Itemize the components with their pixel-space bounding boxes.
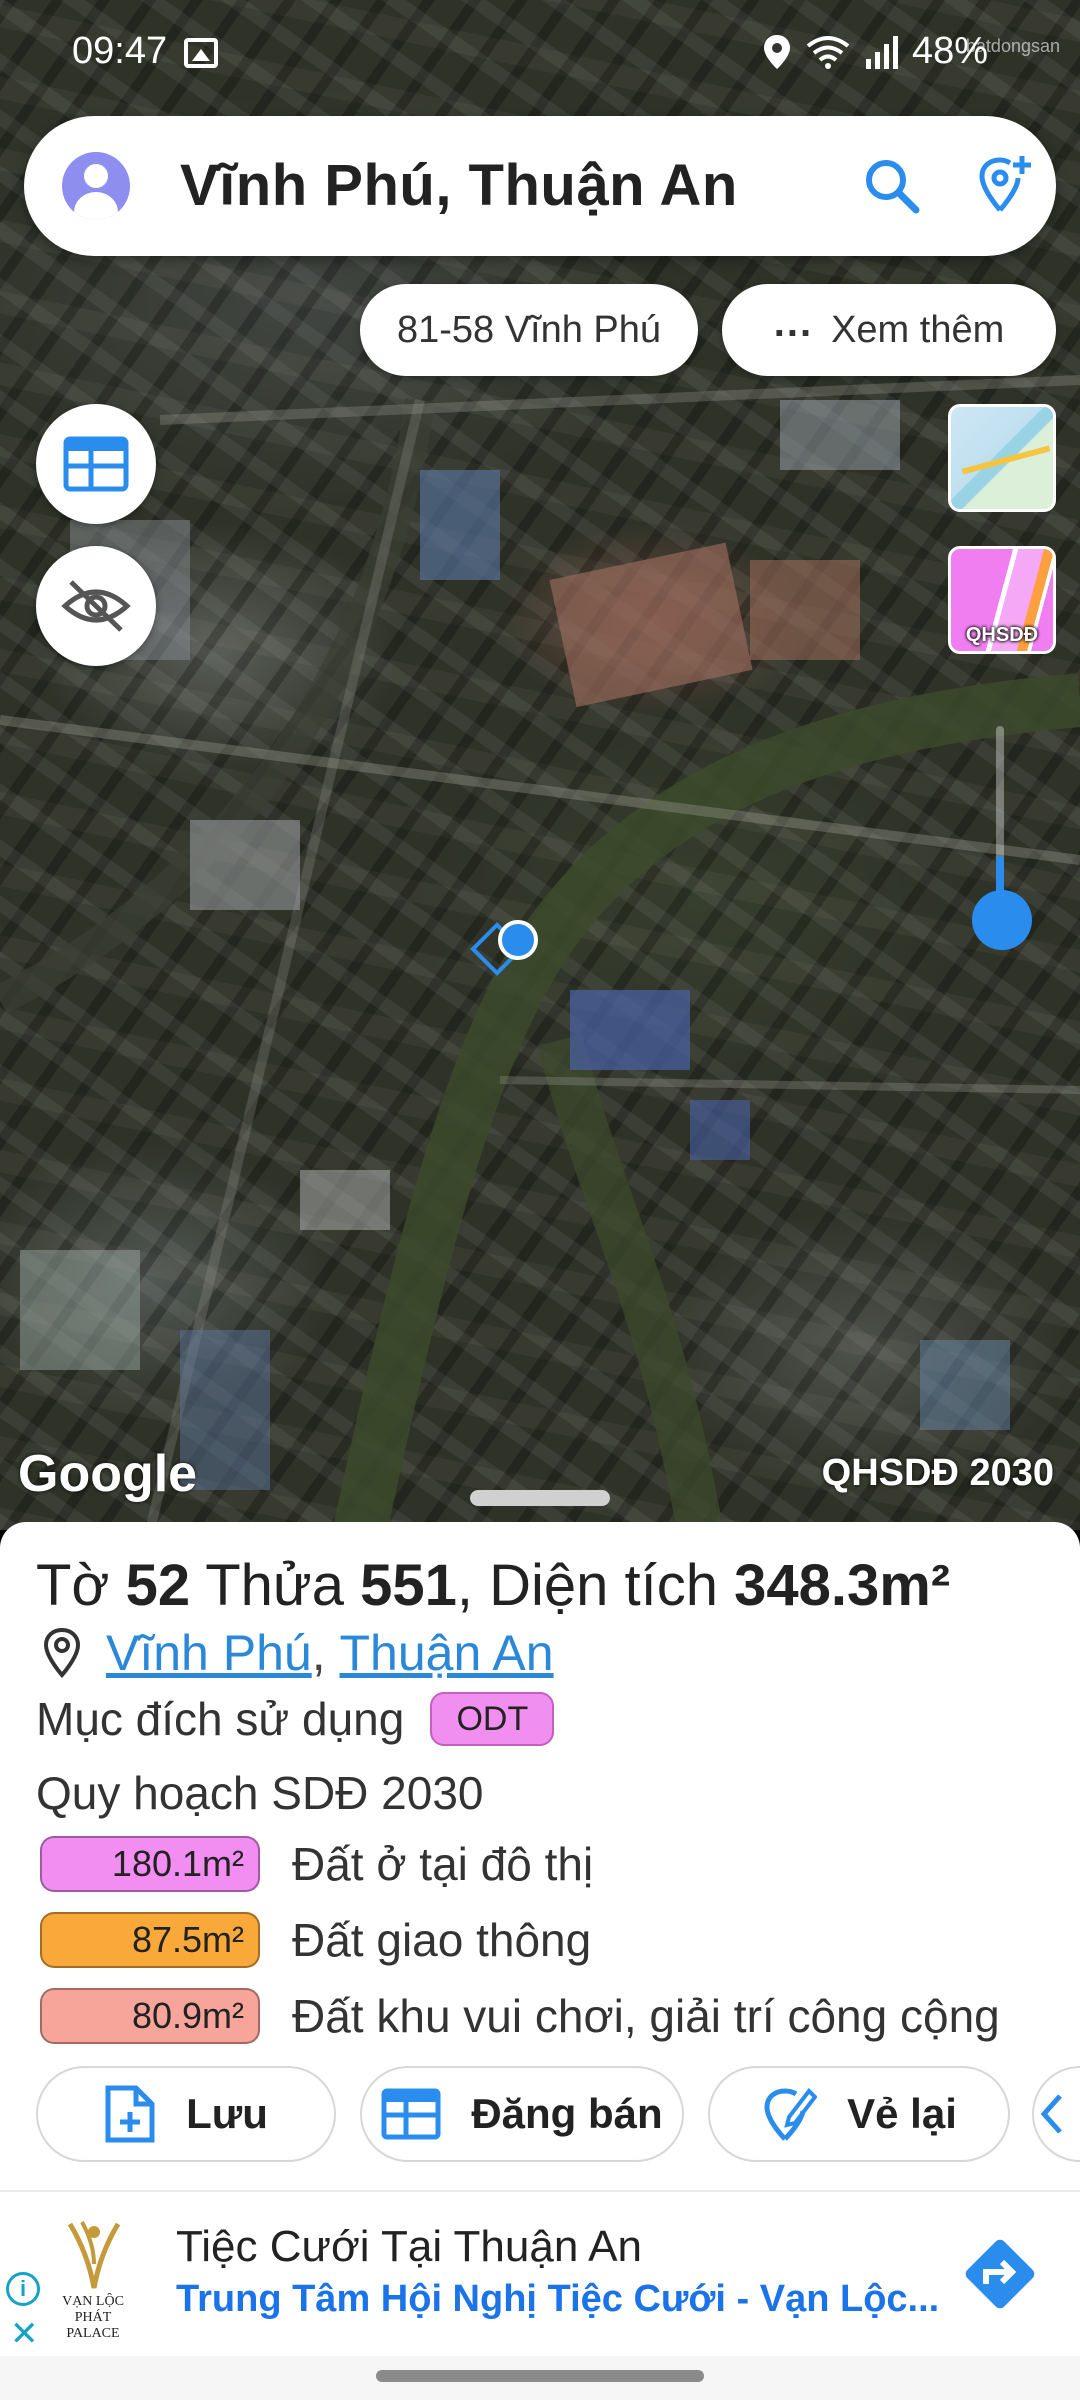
base-map-thumbnail[interactable]	[948, 404, 1056, 512]
redraw-button[interactable]: Vẻ lại	[708, 2066, 1010, 2162]
redraw-button-label: Vẻ lại	[847, 2090, 957, 2137]
status-time: 09:47	[72, 30, 168, 72]
zone-label: Đất ở tại đô thị	[292, 1838, 594, 1890]
search-bar[interactable]: Vĩnh Phú, Thuận An	[24, 116, 1056, 256]
district-link[interactable]: Thuận An	[340, 1624, 554, 1682]
post-sale-button[interactable]: Đăng bán	[360, 2066, 684, 2162]
table-icon	[381, 2088, 441, 2140]
location-status-icon	[763, 34, 790, 69]
eye-off-icon	[61, 580, 131, 632]
location-separator: ,	[311, 1625, 340, 1681]
zone-label: Đất giao thông	[292, 1914, 592, 1966]
ward-link[interactable]: Vĩnh Phú	[106, 1624, 312, 1682]
map-pin-icon	[43, 1627, 81, 1679]
hide-overlay-button[interactable]	[36, 546, 156, 666]
zone-area-badge: 180.1m²	[40, 1836, 260, 1892]
current-location-dot[interactable]	[498, 920, 538, 960]
purpose-label: Mục đích sử dụng	[36, 1693, 405, 1745]
avatar[interactable]	[62, 152, 130, 220]
plan-title: Quy hoạch SDĐ 2030	[36, 1767, 484, 1819]
zone-row: 80.9m² Đất khu vui chơi, giải trí công c…	[40, 1988, 1000, 2044]
ad-banner[interactable]: i ✕ VẠN LỘC PHÁT PALACE Tiệc Cưới Tại Th…	[0, 2190, 1080, 2356]
zone-area-badge: 80.9m²	[40, 1988, 260, 2044]
area-label: Diện tích	[489, 1553, 719, 1618]
ad-subtitle[interactable]: Trung Tâm Hội Nghị Tiệc Cưới - Vạn Lộc..…	[176, 2278, 939, 2321]
plot-label: Thửa	[205, 1553, 344, 1618]
land-use-plan-thumbnail-label: QHSDĐ	[965, 624, 1039, 646]
zone-label: Đất khu vui chơi, giải trí công cộng	[292, 1990, 1000, 2042]
status-icons: 48%	[762, 30, 988, 73]
search-title[interactable]: Vĩnh Phú, Thuận An	[180, 152, 738, 219]
signal-icon	[865, 35, 898, 69]
layers-button[interactable]	[36, 404, 156, 524]
zone-row: 87.5m² Đất giao thông	[40, 1912, 591, 1968]
zone-row: 180.1m² Đất ở tại đô thị	[40, 1836, 593, 1892]
ad-close-icon[interactable]: ✕	[10, 2314, 39, 2354]
sheet-drag-handle[interactable]	[470, 1490, 610, 1506]
sheet-label: Tờ	[36, 1553, 110, 1618]
status-bar: 09:47 48% batdongsan	[0, 0, 1080, 110]
home-gesture-pill[interactable]	[376, 2370, 704, 2382]
wifi-icon	[806, 35, 850, 69]
google-logo: Google	[18, 1445, 198, 1503]
save-button[interactable]: Lưu	[36, 2066, 336, 2162]
parcel-title: Tờ 52 Thửa 551, Diện tích 348.3m²	[36, 1553, 951, 1618]
address-chip[interactable]: 81-58 Vĩnh Phú	[360, 284, 698, 376]
add-file-icon	[105, 2085, 155, 2143]
image-notification-icon	[184, 38, 218, 68]
sheet-number: 52	[125, 1553, 191, 1618]
search-icon[interactable]	[860, 154, 924, 218]
ad-logo-subtext: PALACE	[66, 2326, 120, 2341]
plot-number: 551	[360, 1553, 457, 1618]
zone-area-badge: 87.5m²	[40, 1912, 260, 1968]
draw-location-icon	[764, 2087, 818, 2141]
land-use-plan-thumbnail[interactable]: QHSDĐ	[948, 546, 1056, 654]
system-nav-bar	[0, 2356, 1080, 2400]
land-use-purpose: Mục đích sử dụng ODT	[36, 1692, 555, 1746]
more-chip-label: Xem thêm	[831, 308, 1005, 351]
more-dots-icon: ...	[773, 300, 814, 345]
ad-logo[interactable]: VẠN LỘC PHÁT PALACE	[48, 2212, 138, 2342]
add-location-icon[interactable]	[974, 152, 1038, 216]
purpose-code-badge: ODT	[430, 1692, 555, 1746]
parcel-location: Vĩnh Phú , Thuận An	[36, 1624, 554, 1682]
satellite-map[interactable]: 09:47 48% batdongsan Vĩnh Phú, Thuận An …	[0, 0, 1080, 1530]
ad-logo-text: VẠN LỘC PHÁT	[62, 2294, 124, 2325]
save-button-label: Lưu	[186, 2090, 268, 2137]
area-value: 348.3m²	[734, 1553, 951, 1618]
calendar-table-icon	[63, 436, 129, 492]
ad-info-icon[interactable]: i	[6, 2272, 40, 2306]
watermark-text: batdongsan	[965, 36, 1060, 56]
plan-layer-label: QHSDĐ 2030	[821, 1452, 1054, 1494]
post-sale-button-label: Đăng bán	[471, 2090, 663, 2137]
zoom-slider-handle[interactable]	[972, 890, 1032, 950]
more-chip[interactable]: ... Xem thêm	[722, 284, 1056, 376]
directions-icon[interactable]	[960, 2234, 1040, 2314]
chevron-left-icon	[1040, 2094, 1062, 2134]
ad-title[interactable]: Tiệc Cưới Tại Thuận An	[176, 2222, 642, 2272]
ad-logo-emblem	[67, 2221, 121, 2289]
